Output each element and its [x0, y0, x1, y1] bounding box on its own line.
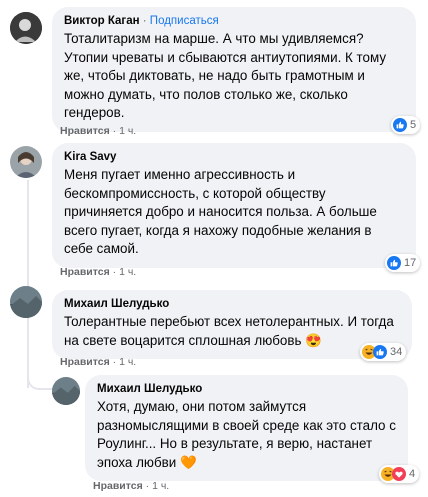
comment-bubble: Виктор Каган · Подписаться Тоталитаризм … [52, 7, 416, 132]
like-icon [373, 345, 387, 359]
comment-actions: Нравится · 1 ч. [60, 125, 137, 137]
reaction-count[interactable]: 34 [360, 343, 407, 361]
timestamp[interactable]: 1 ч. [119, 266, 136, 278]
like-icon [387, 256, 401, 270]
follow-link[interactable]: Подписаться [150, 15, 219, 27]
author-name[interactable]: Михаил Шелудько [97, 383, 202, 395]
avatar[interactable] [10, 286, 42, 318]
author-name[interactable]: Kira Savy [64, 151, 116, 163]
avatar[interactable] [10, 12, 42, 44]
timestamp[interactable]: 1 ч. [119, 125, 136, 137]
comment-actions: Нравится · 1 ч. [60, 356, 137, 368]
reply-comment: Михаил Шелудько Хотя, думаю, они потом з… [0, 370, 428, 497]
like-button[interactable]: Нравится [60, 266, 110, 278]
timestamp[interactable]: 1 ч. [119, 356, 136, 368]
like-icon [393, 118, 407, 132]
comment-text: Толерантные перебьют всех нетолерантных.… [64, 314, 394, 348]
comment-actions: Нравится · 1 ч. [93, 480, 170, 492]
avatar[interactable] [10, 146, 42, 178]
comment-bubble: Kira Savy Меня пугает именно агрессивнос… [52, 143, 416, 268]
like-button[interactable]: Нравится [60, 356, 110, 368]
reaction-count[interactable]: 5 [391, 116, 421, 134]
heart-eyes-emoji: 😍 [305, 332, 322, 348]
reaction-count[interactable]: 17 [385, 254, 421, 272]
avatar[interactable] [52, 377, 80, 405]
separator: · [142, 15, 147, 27]
comment-text: Хотя, думаю, они потом займутся разномыс… [97, 399, 396, 470]
comment-bubble: Михаил Шелудько Толерантные перебьют все… [52, 290, 412, 359]
author-name[interactable]: Михаил Шелудько [64, 298, 169, 310]
comment-text: Меня пугает именно агрессивность и беско… [64, 167, 377, 256]
reaction-count-value: 17 [404, 257, 417, 269]
comment-text: Тоталитаризм на марше. А что мы удивляем… [64, 31, 387, 120]
like-button[interactable]: Нравится [93, 480, 143, 492]
comment-2: Kira Savy Меня пугает именно агрессивнос… [0, 140, 428, 280]
like-button[interactable]: Нравится [60, 125, 110, 137]
author-name[interactable]: Виктор Каган [64, 15, 140, 27]
love-icon [392, 467, 406, 481]
reaction-count[interactable]: 4 [379, 465, 420, 483]
timestamp[interactable]: 1 ч. [152, 480, 169, 492]
comment-bubble: Михаил Шелудько Хотя, думаю, они потом з… [85, 375, 408, 481]
reaction-count-value: 34 [390, 346, 403, 358]
comment-1: Виктор Каган · Подписаться Тоталитаризм … [0, 0, 428, 140]
orange-heart-emoji: 🧡 [179, 454, 197, 470]
reaction-count-value: 5 [410, 119, 417, 131]
reaction-count-value: 4 [409, 468, 416, 480]
comment-actions: Нравится · 1 ч. [60, 266, 137, 278]
comment-3: Михаил Шелудько Толерантные перебьют все… [0, 280, 428, 370]
